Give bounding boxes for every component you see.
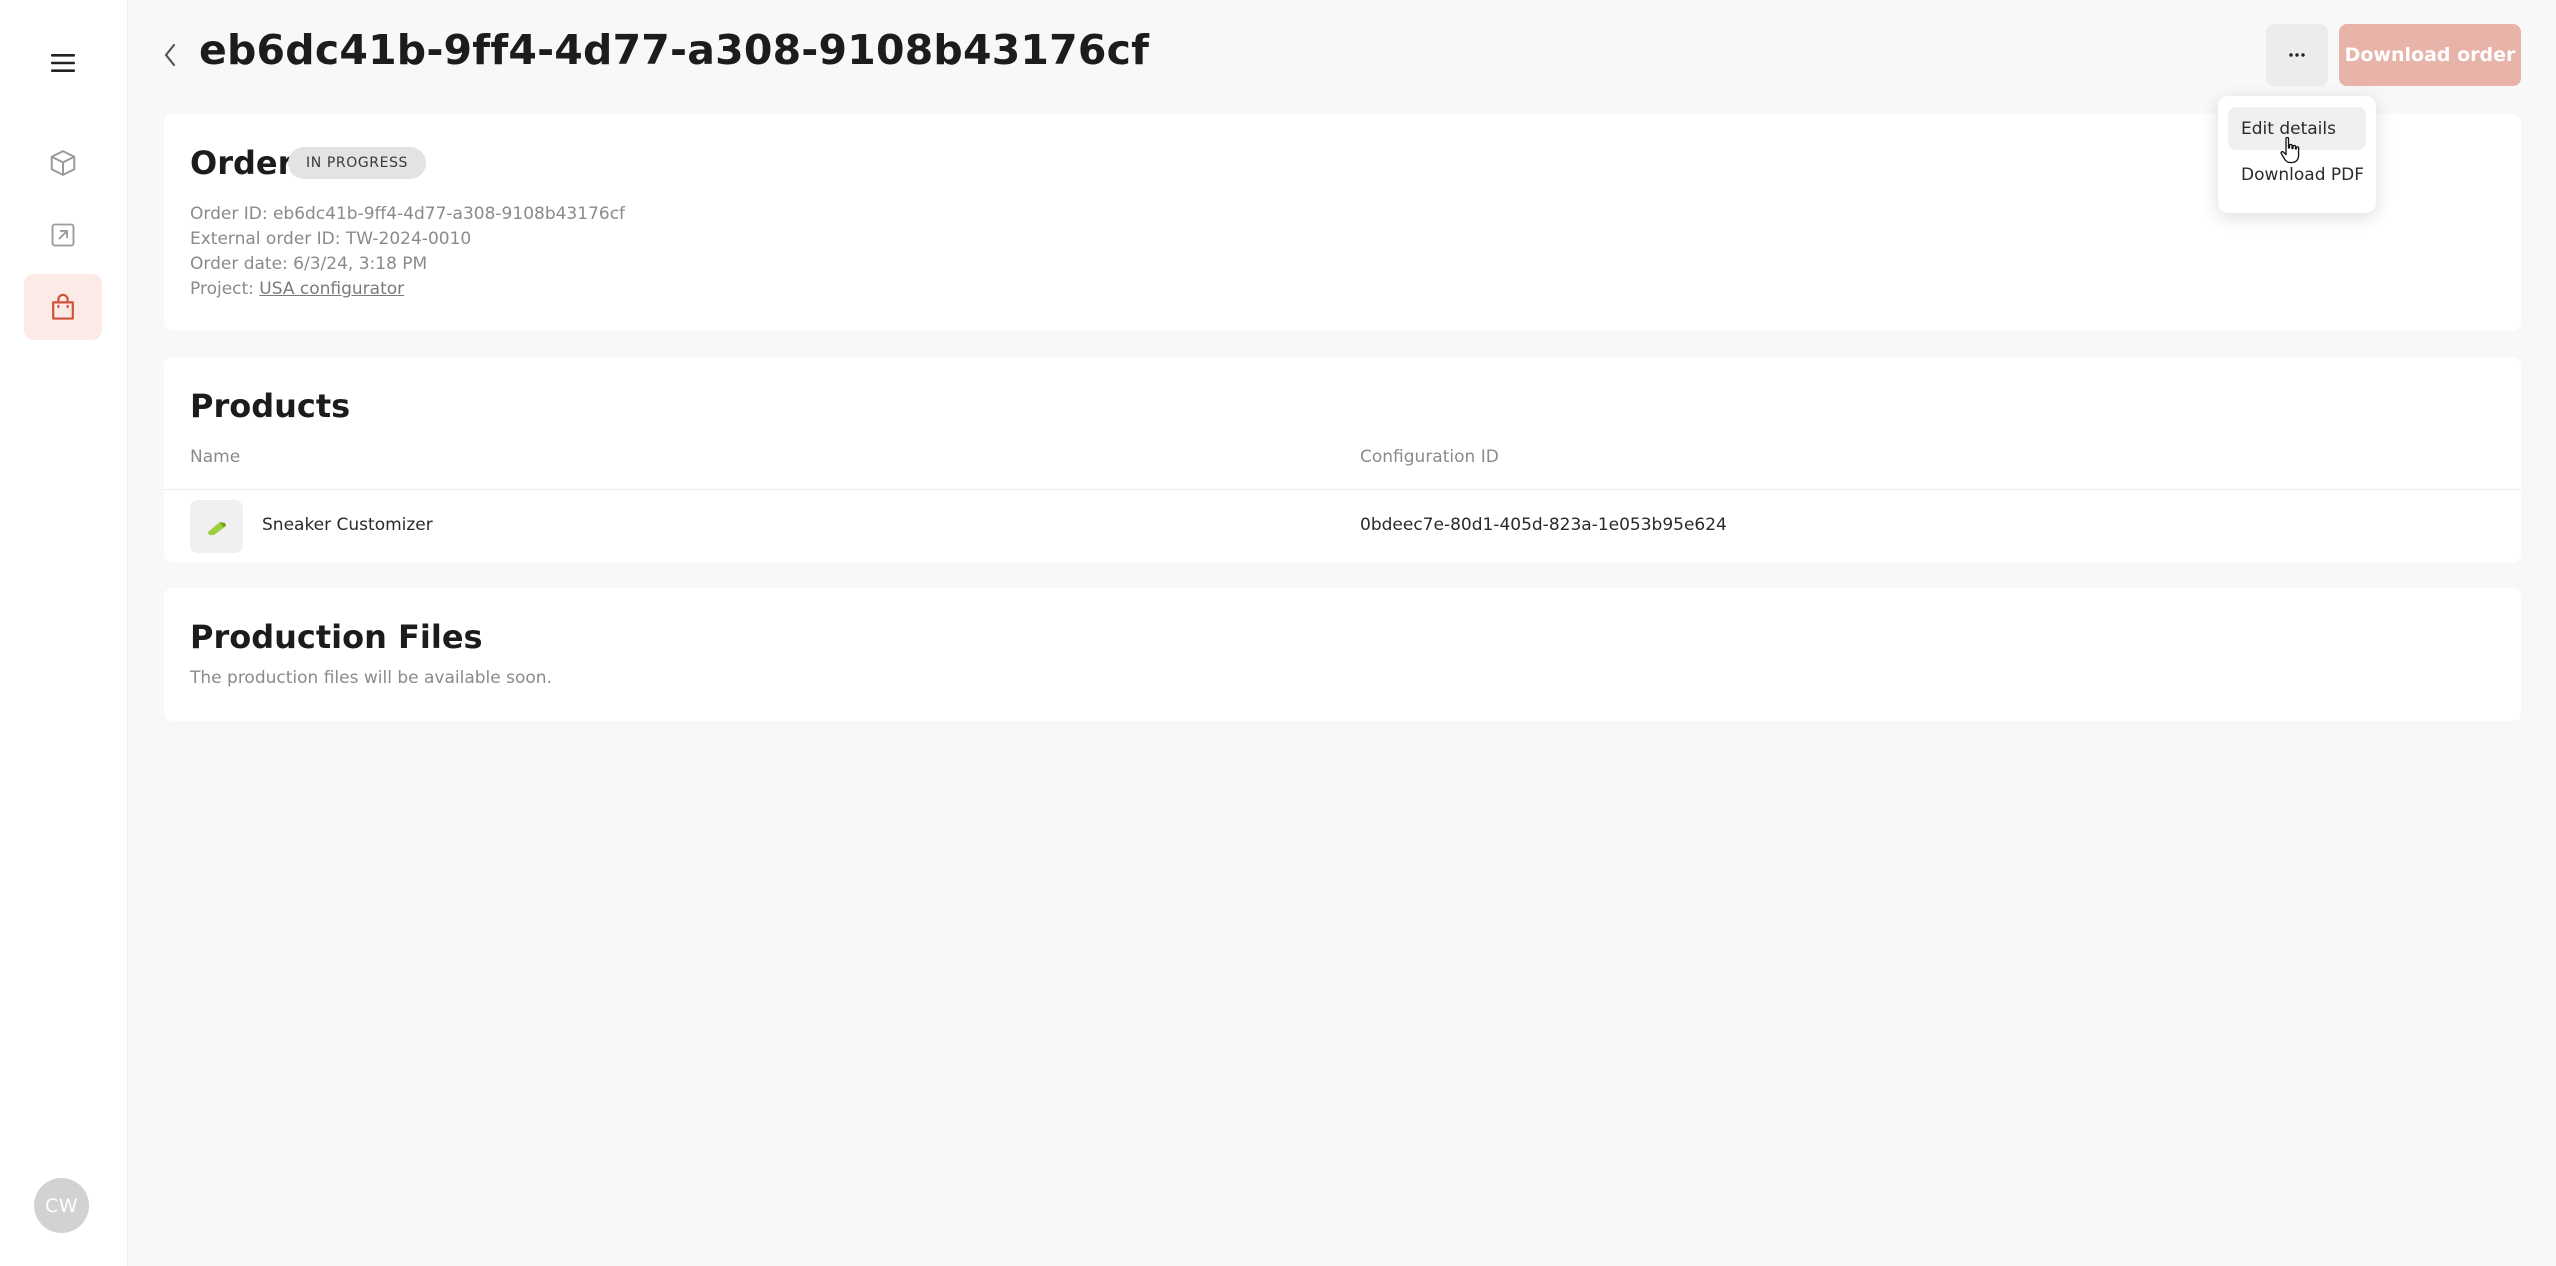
sneaker-icon <box>207 521 226 535</box>
sidebar-item-orders[interactable] <box>24 274 102 340</box>
production-files-title: Production Files <box>190 618 483 656</box>
project-line: Project: USA configurator <box>190 279 404 299</box>
chevron-left-icon <box>164 43 176 67</box>
status-badge: IN PROGRESS <box>288 147 427 179</box>
external-order-id-line: External order ID: TW-2024-0010 <box>190 229 472 249</box>
back-button[interactable] <box>156 38 184 72</box>
external-link-icon <box>51 223 75 247</box>
more-horizontal-icon <box>2289 53 2305 57</box>
sidebar-item-products[interactable] <box>24 130 102 196</box>
sidebar: CW <box>0 0 128 1266</box>
order-date-line: Order date: 6/3/24, 3:18 PM <box>190 254 428 274</box>
table-row[interactable]: Sneaker Customizer 0bdeec7e-80d1-405d-82… <box>164 490 2521 562</box>
app-root: CW eb6dc41b-9ff4-4d77-a308-9108b43176cf … <box>0 0 2556 1266</box>
production-files-card: Production Files The production files wi… <box>164 588 2521 721</box>
download-order-button[interactable]: Download order <box>2339 24 2521 86</box>
shopping-bag-icon <box>52 293 74 320</box>
production-files-note: The production files will be available s… <box>190 668 552 688</box>
cube-icon <box>50 150 76 176</box>
pointer-cursor-icon <box>2280 136 2300 164</box>
user-avatar[interactable]: CW <box>34 1178 89 1233</box>
sidebar-item-exports[interactable] <box>24 202 102 268</box>
configuration-id: 0bdeec7e-80d1-405d-823a-1e053b95e624 <box>1360 515 1727 535</box>
more-options-button[interactable] <box>2266 24 2328 86</box>
project-label: Project: <box>190 279 260 299</box>
column-header-configuration-id: Configuration ID <box>1360 447 1499 467</box>
order-card: Order IN PROGRESS Order ID: eb6dc41b-9ff… <box>164 114 2521 330</box>
menu-button[interactable] <box>24 30 102 96</box>
product-name: Sneaker Customizer <box>262 515 433 535</box>
page-title: eb6dc41b-9ff4-4d77-a308-9108b43176cf <box>199 26 1150 74</box>
products-card: Products Name Configuration ID Sneaker C… <box>164 357 2521 562</box>
order-title: Order <box>190 144 294 182</box>
project-link[interactable]: USA configurator <box>259 279 404 299</box>
products-title: Products <box>190 387 351 425</box>
hamburger-menu-icon <box>51 54 75 72</box>
product-thumbnail <box>190 500 243 553</box>
order-id-line: Order ID: eb6dc41b-9ff4-4d77-a308-9108b4… <box>190 204 626 224</box>
column-header-name: Name <box>190 447 241 467</box>
